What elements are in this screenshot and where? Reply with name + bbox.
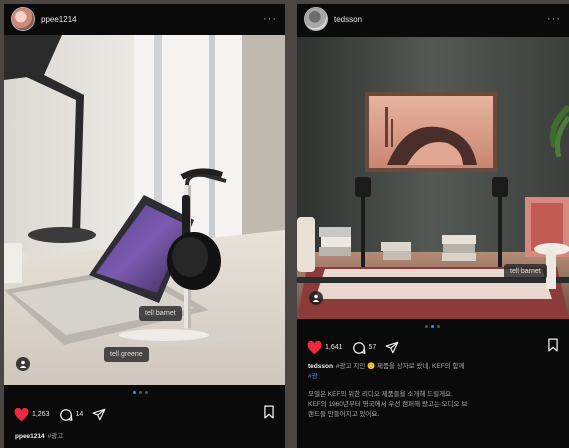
tagged-people-icon[interactable] <box>16 357 30 371</box>
post-caption: ppee1214 #광고 <box>15 432 277 442</box>
comment-button[interactable]: 14 <box>59 408 84 422</box>
heart-icon <box>307 340 322 354</box>
product-tag[interactable]: tell greene <box>104 347 149 362</box>
carousel-dot <box>431 325 434 328</box>
like-button[interactable]: 1,263 <box>14 407 50 422</box>
post-header: ppee1214 ··· <box>4 4 285 34</box>
caption-body-line: KEF의 1960년부터 영국에서 우선 캠퍼해 왔고는 오디오 브 <box>308 401 468 408</box>
caption-username[interactable]: ppee1214 <box>15 433 45 440</box>
username[interactable]: tedsson <box>334 15 547 24</box>
caption-body-line: 랜드들 만들어지고 있어요. <box>308 411 380 418</box>
like-count: 1,263 <box>32 411 50 418</box>
photo-illustration <box>4 35 285 385</box>
caption-hashtag[interactable]: #광 <box>308 372 561 382</box>
tagged-people-icon[interactable] <box>309 291 323 305</box>
post-card-left: ppee1214 ··· tell barnet tell greene 1,2… <box>4 4 285 448</box>
username[interactable]: ppee1214 <box>41 15 263 24</box>
more-options-icon[interactable]: ··· <box>263 13 277 25</box>
product-tag[interactable]: tell barnet <box>504 264 547 279</box>
post-caption: tedsson #광고 지인 🙂 제품을 상자로 왔네, KEF의 함께 #광 모… <box>308 362 561 420</box>
bookmark-icon <box>264 405 274 419</box>
comment-count: 14 <box>75 411 84 418</box>
carousel-dot <box>437 325 440 328</box>
carousel-dot <box>425 325 428 328</box>
like-button[interactable]: 1,641 <box>307 340 343 355</box>
caption-text: #광고 <box>47 433 64 440</box>
avatar[interactable] <box>305 8 327 30</box>
comment-button[interactable]: 57 <box>352 341 377 355</box>
heart-icon <box>14 407 29 421</box>
post-card-right: tedsson ··· tell barnet 1,641 57 tedsson… <box>297 4 569 448</box>
like-count: 1,641 <box>325 344 343 351</box>
action-bar: 1,263 14 <box>14 405 275 424</box>
caption-body-line: 모델은 KEF의 위한 리디오 제품들을 소개해 드릴게요. <box>308 391 453 398</box>
caption-text: #광고 지인 🙂 제품을 상자로 왔네, KEF의 함께 <box>335 363 465 370</box>
avatar[interactable] <box>12 8 34 30</box>
carousel-dot <box>133 391 136 394</box>
more-options-icon[interactable]: ··· <box>547 13 561 25</box>
post-photo[interactable]: tell barnet <box>297 37 569 319</box>
carousel-dot <box>139 391 142 394</box>
save-button[interactable] <box>547 338 559 357</box>
carousel-dots <box>133 391 148 394</box>
share-button[interactable] <box>385 341 399 354</box>
carousel-dots <box>425 325 440 328</box>
comment-count: 57 <box>368 344 377 351</box>
comment-icon <box>352 341 366 354</box>
bookmark-icon <box>548 338 558 352</box>
carousel-dot <box>145 391 148 394</box>
post-photo[interactable]: tell barnet tell greene <box>4 35 285 385</box>
action-bar: 1,641 57 <box>307 338 559 357</box>
comment-icon <box>59 408 73 421</box>
send-icon <box>385 341 399 354</box>
caption-line: tedsson #광고 지인 🙂 제품을 상자로 왔네, KEF의 함께 <box>308 362 561 372</box>
share-button[interactable] <box>92 408 106 421</box>
save-button[interactable] <box>263 405 275 424</box>
send-icon <box>92 408 106 421</box>
caption-username[interactable]: tedsson <box>308 363 333 370</box>
product-tag[interactable]: tell barnet <box>139 306 182 321</box>
post-header: tedsson ··· <box>297 4 569 34</box>
